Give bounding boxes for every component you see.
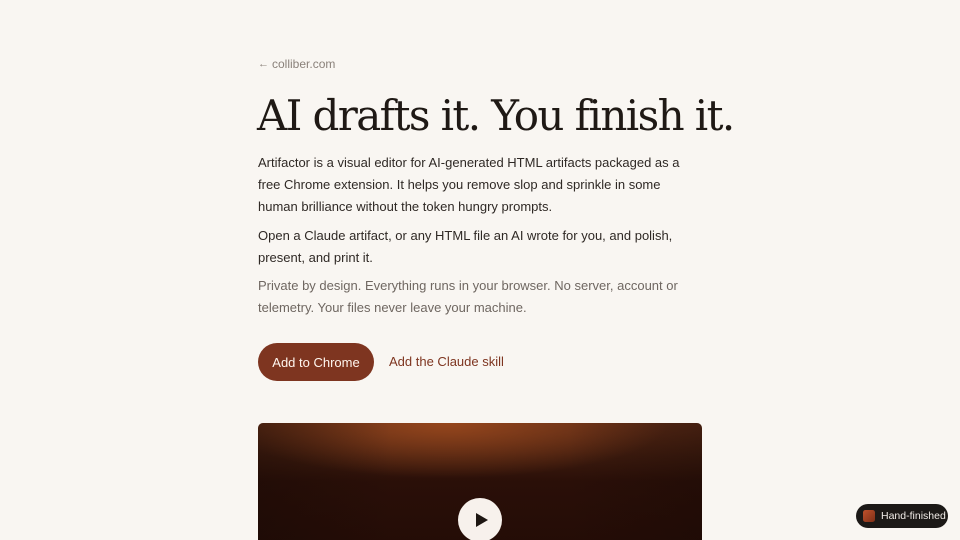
add-to-chrome-button[interactable]: Add to Chrome [258,343,374,381]
back-link[interactable]: ← colliber.com [258,57,335,71]
back-link-label: colliber.com [272,57,336,71]
usage-paragraph: Open a Claude artifact, or any HTML file… [258,228,673,265]
badge-label: Hand-finished [881,510,946,522]
intro-paragraph: Artifactor is a visual editor for AI-gen… [258,155,680,214]
hand-finished-badge[interactable]: Hand-finished [856,504,948,528]
artifactor-logo-icon [863,510,875,522]
add-claude-skill-link[interactable]: Add the Claude skill [389,353,504,371]
back-arrow-icon: ← [258,58,269,70]
play-icon [475,513,488,527]
privacy-paragraph: Private by design. Everything runs in yo… [258,278,678,315]
demo-video[interactable] [258,423,702,540]
play-button[interactable] [458,498,502,540]
page-title: AI drafts it. You finish it. [257,91,735,140]
